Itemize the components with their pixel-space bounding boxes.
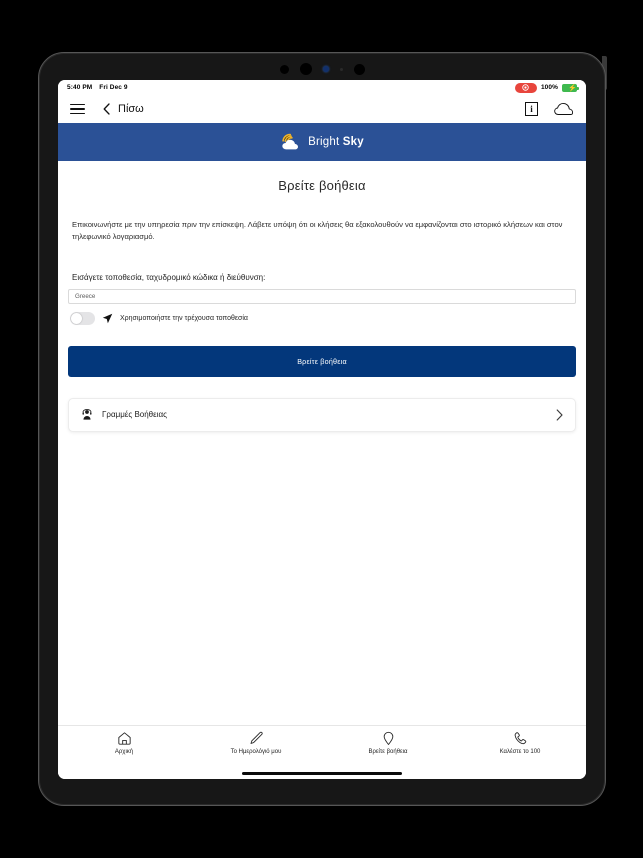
- helplines-list-item[interactable]: Γραμμές Βοήθειας: [68, 397, 576, 432]
- find-help-submit-button[interactable]: Βρείτε βοήθεια: [68, 345, 576, 377]
- screen-record-icon[interactable]: [514, 82, 537, 93]
- bottom-tab-bar: Αρχική Το Ημερολόγιό μου Βρείτε βοήθεια …: [58, 725, 586, 769]
- tab-my-journal[interactable]: Το Ημερολόγιό μου: [190, 731, 322, 755]
- pencil-icon: [250, 731, 263, 744]
- status-time: 5:40 PM: [67, 84, 93, 91]
- phone-icon: [514, 732, 526, 745]
- tab-home-label: Αρχική: [114, 749, 134, 755]
- tab-call-100-label: Καλέστε το 100: [499, 749, 541, 755]
- location-input[interactable]: [68, 288, 576, 304]
- lens-large-icon: [299, 63, 312, 75]
- home-icon: [117, 732, 131, 745]
- lens-large-icon: [279, 64, 289, 74]
- hamburger-menu-icon[interactable]: [70, 103, 85, 115]
- location-field-label: Εισάγετε τοποθεσία, ταχυδρομικό κώδικα ή…: [72, 272, 266, 282]
- use-current-location-row[interactable]: Χρησιμοποιήστε την τρέχουσα τοποθεσία: [70, 311, 586, 325]
- cloud-icon[interactable]: [554, 102, 574, 116]
- brand-name-bold: Sky: [342, 136, 364, 148]
- tab-my-journal-label: Το Ημερολόγιό μου: [230, 749, 282, 755]
- battery-percent-label: 100%: [540, 84, 558, 91]
- use-current-location-label: Χρησιμοποιήστε την τρέχουσα τοποθεσία: [120, 314, 248, 322]
- sun-cloud-logo-icon: [282, 133, 299, 150]
- status-bar-right: 100% ⚡: [514, 82, 579, 93]
- chevron-left-icon: [103, 103, 110, 115]
- back-button-label: Πίσω: [118, 103, 144, 115]
- home-indicator-area: [58, 769, 586, 779]
- page-title: Βρείτε βοήθεια: [278, 178, 366, 193]
- helplines-label: Γραμμές Βοήθειας: [102, 410, 167, 420]
- page-content: Βρείτε βοήθεια Επικοινωνήστε με την υπηρ…: [58, 161, 586, 725]
- use-current-location-toggle[interactable]: [70, 311, 95, 325]
- lens-large-icon: [353, 63, 365, 75]
- brand-header: Bright Sky: [58, 123, 586, 161]
- navigation-bar: Πίσω i: [58, 95, 586, 123]
- intro-paragraph: Επικοινωνήστε με την υπηρεσία πριν την ε…: [72, 220, 563, 241]
- tab-find-help-label: Βρείτε βοήθεια: [368, 749, 408, 755]
- tab-call-100[interactable]: Καλέστε το 100: [454, 731, 586, 755]
- tab-home[interactable]: Αρχική: [58, 731, 190, 755]
- status-date: Fri Dec 9: [99, 84, 128, 91]
- navigation-bar-actions: i: [525, 102, 574, 116]
- back-button[interactable]: Πίσω: [103, 103, 144, 115]
- map-pin-icon: [383, 731, 393, 745]
- sensor-small-icon: [339, 67, 343, 71]
- status-bar: 5:40 PM Fri Dec 9 100% ⚡: [58, 80, 586, 95]
- front-camera-strip: [39, 61, 605, 77]
- navigation-arrow-icon: [102, 313, 113, 323]
- support-agent-icon: [82, 408, 92, 420]
- brand-name-light: Bright: [308, 136, 343, 148]
- tab-find-help[interactable]: Βρείτε βοήθεια: [322, 731, 454, 755]
- sensor-blue-icon: [322, 66, 329, 72]
- tablet-device-frame: 5:40 PM Fri Dec 9 100% ⚡ Πίσω i Bright S…: [38, 52, 606, 806]
- brand-name: Bright Sky: [308, 136, 364, 148]
- chevron-right-icon: [556, 408, 563, 421]
- home-indicator[interactable]: [242, 771, 402, 775]
- tablet-screen: 5:40 PM Fri Dec 9 100% ⚡ Πίσω i Bright S…: [58, 80, 586, 779]
- battery-charging-icon: ⚡: [562, 83, 579, 92]
- info-box-icon[interactable]: i: [525, 102, 538, 116]
